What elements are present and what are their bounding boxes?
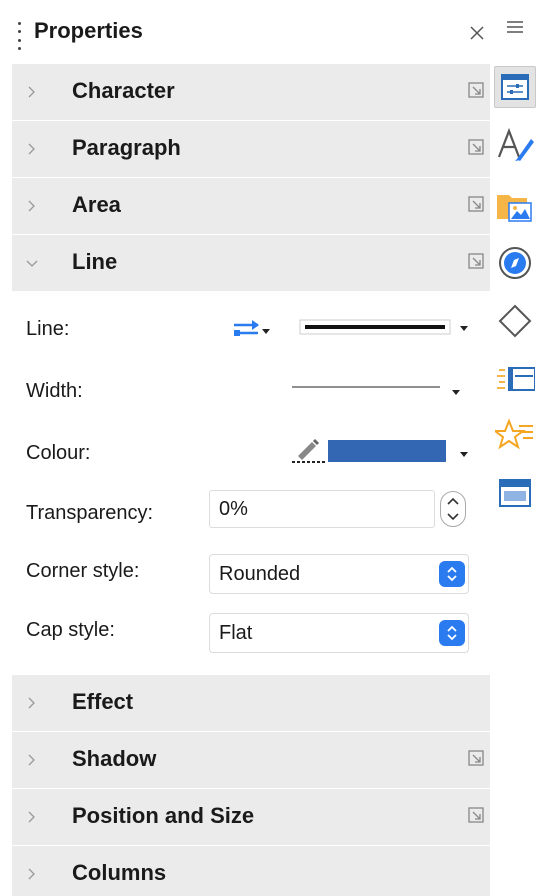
section-shadow[interactable]: Shadow <box>12 732 490 789</box>
section-label: Effect <box>72 689 134 714</box>
line-width-dropdown[interactable] <box>292 376 468 402</box>
cap-style-value: Flat <box>219 622 253 644</box>
spin-arrows-icon <box>447 497 459 521</box>
corner-style-value: Rounded <box>219 563 301 585</box>
line-colour-pen-icon <box>292 438 468 463</box>
line-section-content: Line: Width: Colour: Transparency: 0% Co… <box>0 292 490 675</box>
panel-header: Properties <box>0 0 490 64</box>
chevron-right-icon <box>24 197 40 215</box>
section-effect[interactable]: Effect <box>12 675 490 732</box>
chevron-right-icon <box>24 865 40 883</box>
section-label: Shadow <box>72 746 157 771</box>
gallery-icon[interactable] <box>494 184 536 226</box>
colour-label: Colour: <box>26 442 91 464</box>
section-position-and-size[interactable]: Position and Size <box>12 789 490 846</box>
corner-style-label: Corner style: <box>26 560 140 582</box>
navigator-icon[interactable] <box>494 242 536 284</box>
more-options-icon[interactable] <box>468 195 490 217</box>
line-width-preview-icon <box>292 386 460 395</box>
sidebar-tabbar <box>490 0 547 896</box>
section-label: Columns <box>72 860 167 885</box>
close-button[interactable] <box>464 20 490 46</box>
line-style-dropdown[interactable] <box>299 314 474 342</box>
transparency-spinner[interactable] <box>440 491 466 527</box>
transparency-input[interactable]: 0% <box>209 490 435 528</box>
line-style-preview-icon <box>299 319 468 335</box>
more-options-icon[interactable] <box>468 252 490 274</box>
more-options-icon[interactable] <box>468 138 490 160</box>
properties-sidebar: Properties Character Paragraph Area Line… <box>0 0 547 896</box>
select-arrows-icon <box>439 620 465 646</box>
section-area[interactable]: Area <box>12 178 490 235</box>
select-arrows-icon <box>439 561 465 587</box>
arrow-style-button[interactable] <box>232 316 272 342</box>
width-label: Width: <box>26 380 83 402</box>
line-style-label: Line: <box>26 318 70 340</box>
more-options-icon[interactable] <box>468 749 490 771</box>
section-label: Character <box>72 78 175 103</box>
chevron-right-icon <box>24 83 40 101</box>
more-options-icon[interactable] <box>468 81 490 103</box>
line-colour-picker[interactable] <box>292 436 470 466</box>
corner-style-select[interactable]: Rounded <box>209 554 469 594</box>
panel-deck: Character Paragraph Area Line Line: Widt… <box>0 64 490 896</box>
section-label: Area <box>72 192 121 217</box>
section-paragraph[interactable]: Paragraph <box>12 121 490 178</box>
chevron-right-icon <box>24 808 40 826</box>
animation-icon[interactable] <box>494 414 536 456</box>
chevron-right-icon <box>24 751 40 769</box>
slide-transition-icon[interactable] <box>494 472 536 514</box>
cap-style-label: Cap style: <box>26 619 115 641</box>
grip-handle-icon[interactable] <box>17 22 21 50</box>
properties-icon[interactable] <box>494 66 536 108</box>
section-label: Position and Size <box>72 803 255 828</box>
cap-style-select[interactable]: Flat <box>209 613 469 653</box>
section-line[interactable]: Line <box>12 235 490 292</box>
section-label: Line <box>72 249 118 274</box>
close-icon <box>470 26 484 40</box>
chevron-right-icon <box>24 694 40 712</box>
section-columns[interactable]: Columns <box>12 846 490 896</box>
transparency-label: Transparency: <box>26 502 154 524</box>
section-character[interactable]: Character <box>12 64 490 121</box>
styles-icon[interactable] <box>494 124 536 166</box>
page-icon[interactable] <box>494 358 536 400</box>
shapes-icon[interactable] <box>494 300 536 342</box>
hamburger-menu-icon[interactable] <box>502 14 528 40</box>
arrow-style-icon <box>234 320 270 336</box>
chevron-down-icon <box>24 254 40 272</box>
panel-title: Properties <box>34 18 143 43</box>
more-options-icon[interactable] <box>468 806 490 828</box>
section-label: Paragraph <box>72 135 181 160</box>
chevron-right-icon <box>24 140 40 158</box>
